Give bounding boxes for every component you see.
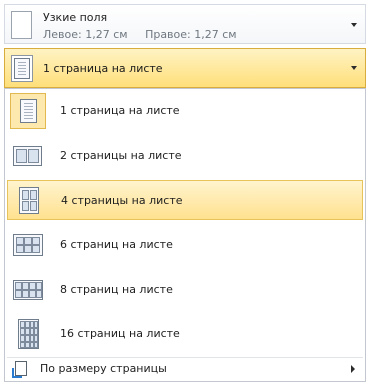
footer-label: По размеру страницы — [40, 362, 167, 375]
menu-item-label: 16 страниц на листе — [60, 327, 180, 340]
menu-item-16-pages[interactable]: 16 страниц на листе — [7, 314, 363, 354]
menu-item-4-pages[interactable]: 4 страницы на листе — [7, 180, 363, 220]
chevron-right-icon — [351, 365, 355, 373]
margin-right-value: Правое: 1,27 см — [145, 28, 237, 41]
margins-dropdown[interactable]: Узкие поля Левое: 1,27 см Правое: 1,27 с… — [4, 4, 366, 44]
margins-values: Левое: 1,27 см Правое: 1,27 см — [43, 28, 251, 41]
one-page-icon — [10, 93, 46, 129]
menu-item-8-pages[interactable]: 8 страниц на листе — [7, 270, 363, 310]
scale-to-paper-icon — [12, 361, 27, 378]
one-page-icon — [11, 55, 33, 82]
menu-item-6-pages[interactable]: 6 страниц на листе — [7, 225, 363, 265]
menu-item-label: 8 страниц на листе — [60, 283, 173, 296]
menu-item-label: 4 страницы на листе — [61, 194, 183, 207]
four-pages-icon — [11, 183, 47, 219]
pages-per-sheet-dropdown[interactable]: 1 страница на листе — [4, 48, 366, 88]
menu-item-1-page[interactable]: 1 страница на листе — [7, 91, 363, 131]
selected-option-label: 1 страница на листе — [43, 62, 163, 75]
menu-item-scale-to-paper[interactable]: По размеру страницы — [7, 357, 363, 379]
margins-title: Узкие поля — [43, 11, 108, 24]
menu-item-2-pages[interactable]: 2 страницы на листе — [7, 136, 363, 176]
menu-item-label: 1 страница на листе — [60, 104, 180, 117]
six-pages-icon — [10, 227, 46, 263]
margin-left-value: Левое: 1,27 см — [43, 28, 128, 41]
page-thumb — [14, 58, 30, 79]
two-pages-icon — [10, 138, 46, 174]
sixteen-pages-icon — [10, 316, 46, 352]
pages-per-sheet-menu: 1 страница на листе 2 страницы на листе … — [4, 88, 366, 382]
menu-item-label: 2 страницы на листе — [60, 149, 182, 162]
menu-item-label: 6 страниц на листе — [60, 238, 173, 251]
chevron-down-icon — [351, 23, 357, 27]
narrow-margins-icon — [11, 11, 32, 39]
chevron-down-icon — [351, 66, 357, 70]
eight-pages-icon — [10, 272, 46, 308]
